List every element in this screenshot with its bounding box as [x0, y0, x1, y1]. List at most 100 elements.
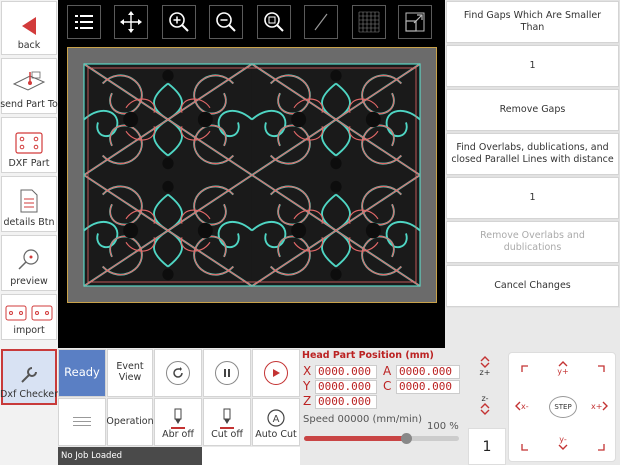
jog-y-minus-button[interactable]: y-	[553, 435, 573, 450]
head-position-title: Head Part Position (mm)	[302, 350, 434, 361]
dxf-checker-label: Dxf Checker	[0, 389, 58, 400]
operation-button[interactable]: Operation	[106, 398, 154, 446]
dxf-drawing[interactable]	[67, 47, 437, 303]
chevron-right-icon	[602, 401, 609, 411]
line-icon	[314, 13, 328, 31]
z-down-button[interactable]: z-	[474, 394, 496, 422]
dxf-part-label: DXF Part	[8, 158, 50, 169]
cut-off-button[interactable]: Cut off	[203, 398, 251, 446]
step-button[interactable]: STEP	[549, 396, 577, 418]
dxf-part-icon	[15, 132, 43, 154]
remove-overlaps-button[interactable]: Remove Overlabs and dublications	[446, 221, 619, 263]
x-minus-label: x-	[521, 401, 529, 411]
list-icon	[75, 15, 93, 29]
resize-icon	[405, 12, 425, 32]
line-tool-button[interactable]	[304, 5, 338, 39]
svg-text:A: A	[273, 414, 280, 425]
hamburger-icon	[73, 417, 91, 426]
details-button[interactable]: details Btn	[1, 176, 57, 232]
back-label: back	[17, 40, 41, 51]
ready-status-button[interactable]: Ready	[58, 349, 106, 397]
z-up-label: z+	[479, 368, 491, 377]
z-down-label: z-	[481, 394, 489, 403]
refresh-button[interactable]	[154, 349, 202, 397]
auto-cut-button[interactable]: A Auto Cut	[252, 398, 300, 446]
zoom-out-icon	[216, 12, 236, 32]
drawing-canvas-area	[58, 0, 445, 348]
preview-icon	[18, 249, 39, 270]
find-overlaps-button[interactable]: Find Overlabs, dublications, and closed …	[446, 133, 619, 175]
abr-off-button[interactable]: Abr off	[154, 398, 202, 446]
details-label: details Btn	[3, 217, 55, 228]
start-button[interactable]	[252, 349, 300, 397]
c-axis-label: C	[383, 379, 392, 393]
remove-gaps-button[interactable]: Remove Gaps	[446, 89, 619, 131]
head-position-panel: Head Part Position (mm) X 0000.000 A 000…	[302, 348, 464, 448]
jog-corner-sw-icon[interactable]	[521, 443, 529, 451]
zoom-fit-button[interactable]	[257, 5, 291, 39]
auto-cut-icon: A	[267, 409, 285, 427]
jog-pad: y+ y- x- x+ STEP	[508, 352, 616, 462]
speed-slider[interactable]	[304, 433, 459, 444]
jog-y-plus-button[interactable]: y+	[553, 361, 573, 376]
zoom-fit-icon	[264, 12, 284, 32]
menu-button[interactable]	[58, 398, 106, 446]
event-view-button[interactable]: Event View	[107, 349, 153, 397]
pause-button[interactable]	[203, 349, 251, 397]
cancel-changes-button[interactable]: Cancel Changes	[446, 265, 619, 307]
canvas-toolbar	[58, 0, 445, 46]
preview-button[interactable]: preview	[1, 235, 57, 291]
zoom-in-icon	[169, 12, 189, 32]
pause-icon	[215, 361, 239, 385]
auto-cut-label: Auto Cut	[255, 429, 297, 441]
status-bar: No Job Loaded	[58, 447, 202, 465]
zoom-out-button[interactable]	[209, 5, 243, 39]
move-icon	[120, 11, 142, 33]
jog-x-minus-button[interactable]: x-	[515, 401, 529, 411]
cutter-icon	[220, 408, 234, 430]
send-part-icon	[12, 71, 46, 91]
z-position-value: 0000.000	[315, 395, 377, 409]
list-tool-button[interactable]	[67, 5, 101, 39]
z-axis-control: z+ z-	[468, 352, 502, 424]
x-axis-label: X	[303, 364, 312, 378]
z-up-button[interactable]: z+	[474, 356, 496, 384]
a-axis-label: A	[383, 364, 392, 378]
dxf-part-button[interactable]: DXF Part	[1, 117, 57, 173]
y-plus-label: y+	[557, 367, 569, 376]
move-tool-button[interactable]	[114, 5, 148, 39]
speed-label: Speed 00000 (mm/min)	[303, 414, 423, 425]
import-button[interactable]: import	[1, 294, 57, 340]
ornamental-pattern	[68, 48, 436, 302]
overlap-distance-input[interactable]: 1	[446, 177, 619, 219]
grid-tool-button[interactable]	[352, 5, 386, 39]
gap-value-input[interactable]: 1	[446, 45, 619, 87]
wrench-icon	[21, 367, 37, 383]
chevron-down-icon	[480, 409, 490, 415]
find-gaps-button[interactable]: Find Gaps Which Are Smaller Than	[446, 1, 619, 43]
app-window: back send Part To DXF Part details Btn p…	[0, 0, 620, 465]
a-position-value: 0000.000	[396, 365, 460, 379]
speed-slider-knob[interactable]	[401, 433, 413, 444]
import-icon	[5, 305, 53, 321]
refresh-icon	[166, 361, 190, 385]
cut-off-label: Cut off	[211, 429, 243, 441]
zoom-in-button[interactable]	[162, 5, 196, 39]
send-part-button[interactable]: send Part To	[0, 58, 58, 114]
step-size-input[interactable]: 1	[468, 428, 506, 465]
left-sidebar: back send Part To DXF Part details Btn p…	[0, 0, 58, 465]
dxf-checker-button[interactable]: Dxf Checker	[0, 349, 58, 405]
speed-slider-fill	[304, 436, 407, 441]
grid-icon	[358, 11, 380, 33]
jog-corner-ne-icon[interactable]	[597, 365, 605, 373]
jog-x-plus-button[interactable]: x+	[591, 401, 609, 411]
back-button[interactable]: back	[1, 1, 57, 55]
dxf-checker-panel: Find Gaps Which Are Smaller Than 1 Remov…	[446, 0, 620, 308]
send-part-label: send Part To	[0, 99, 58, 110]
back-arrow-icon	[22, 17, 36, 35]
jog-corner-se-icon[interactable]	[597, 443, 605, 451]
y-position-value: 0000.000	[315, 380, 377, 394]
status-bar-blank	[202, 447, 300, 465]
jog-corner-nw-icon[interactable]	[521, 365, 529, 373]
resize-tool-button[interactable]	[398, 5, 432, 39]
